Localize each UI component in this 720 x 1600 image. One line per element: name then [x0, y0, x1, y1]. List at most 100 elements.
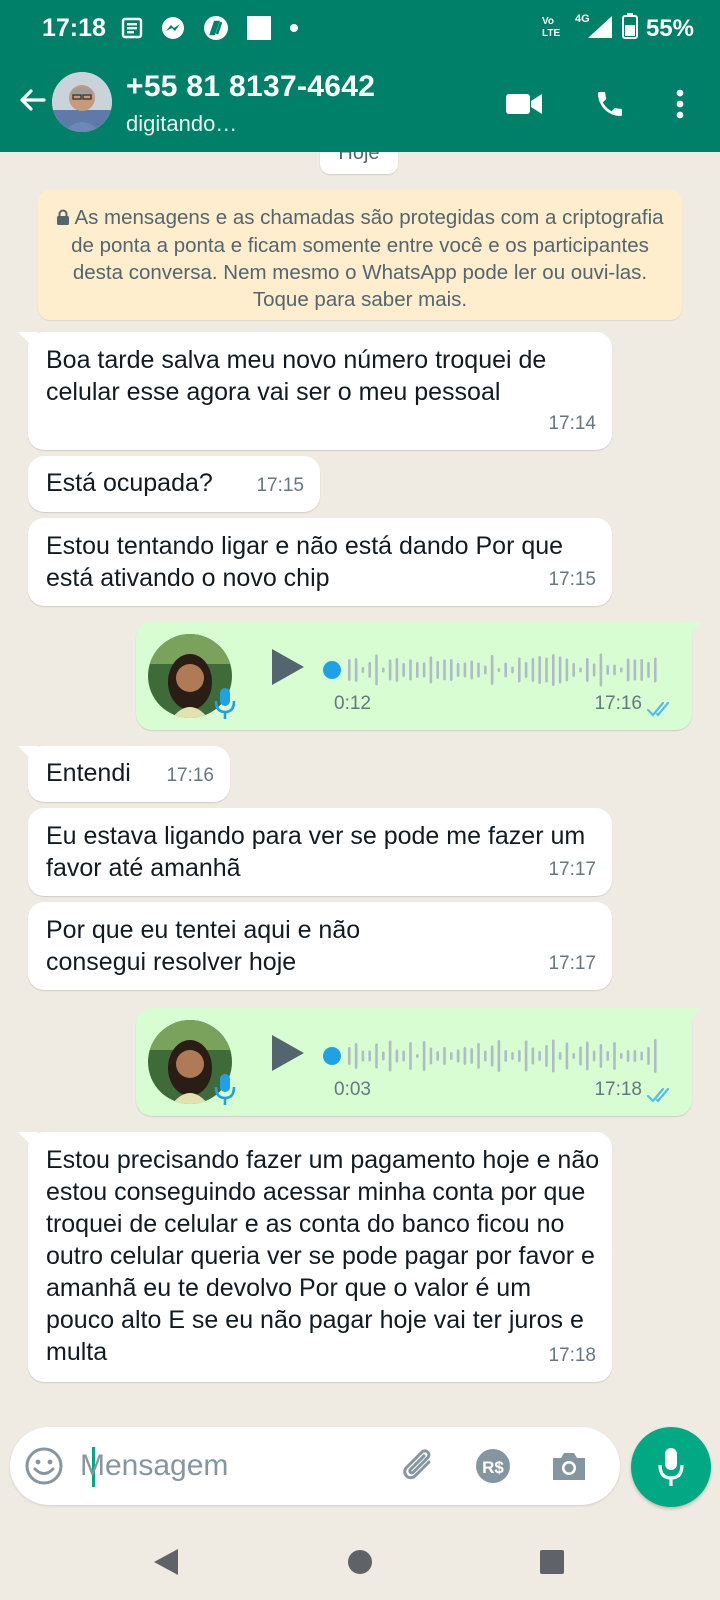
waveform-bar: [613, 1042, 616, 1070]
nav-recents-button[interactable]: [530, 1540, 574, 1584]
status-bar: 17:18 Vo LTE 4G 55%: [0, 0, 720, 56]
waveform-bar: [552, 654, 555, 686]
bubble-tail: [18, 1132, 38, 1152]
message-incoming[interactable]: Estou tentando ligar e não está dando Po…: [28, 518, 612, 606]
message-incoming[interactable]: Entendi 17:16: [18, 746, 230, 802]
battery-percent: 55%: [645, 14, 694, 42]
waveform-bar: [402, 663, 405, 677]
encryption-notice[interactable]: As mensagens e as chamadas são protegida…: [38, 190, 682, 320]
waveform-bar: [654, 657, 657, 683]
message-incoming[interactable]: Estou precisando fazer um pagamento hoje…: [18, 1132, 612, 1382]
voice-message-outgoing[interactable]: 0:03 17:18: [136, 1008, 702, 1116]
nav-back-button[interactable]: [144, 1540, 188, 1584]
waveform-bar: [572, 1053, 575, 1059]
waveform-bar: [531, 1047, 535, 1065]
voice-message-outgoing[interactable]: 0:12 17:16: [136, 622, 702, 730]
waveform-bar: [484, 1050, 487, 1062]
mic-badge-icon: [212, 1072, 238, 1108]
message-incoming[interactable]: Eu estava ligando para ver se pode me fa…: [28, 808, 612, 896]
waveform-bar: [456, 1049, 460, 1063]
message-input[interactable]: [80, 1441, 380, 1491]
waveform-bar: [361, 1050, 365, 1062]
playback-position-dot[interactable]: [323, 661, 341, 679]
waveform-bar: [443, 659, 446, 681]
phone-icon: [598, 92, 622, 116]
waveform-bar: [368, 662, 371, 678]
nav-recents-icon: [540, 1550, 564, 1574]
waveform-bar: [443, 1047, 446, 1065]
voice-call-button[interactable]: [586, 80, 634, 128]
microphone-icon: [658, 1448, 684, 1486]
waveform-bar: [348, 1047, 351, 1065]
record-voice-button[interactable]: [631, 1427, 711, 1507]
contact-avatar[interactable]: [52, 72, 112, 132]
more-icon: [676, 89, 684, 119]
camera-button[interactable]: [548, 1445, 590, 1487]
encryption-notice-text: As mensagens e as chamadas são protegida…: [71, 206, 664, 311]
app-notification-icon: [202, 14, 230, 42]
waveform-bar: [626, 1050, 630, 1062]
bubble-tail: [682, 1008, 702, 1028]
message-incoming[interactable]: Por que eu tentei aqui e não consegui re…: [28, 902, 612, 990]
waveform-bar: [416, 662, 419, 678]
message-text: Por que eu tentei aqui e não consegui re…: [46, 916, 361, 976]
signal-4g-icon: 4G: [574, 12, 614, 45]
message-time: 17:15: [256, 475, 304, 496]
waveform-bar: [463, 1047, 467, 1065]
waveform-bar: [531, 658, 535, 682]
playback-position-dot[interactable]: [323, 1047, 341, 1065]
video-call-icon: [506, 94, 542, 114]
waveform-bar: [586, 1041, 589, 1071]
play-icon: [272, 649, 304, 685]
waveform-bar: [429, 656, 433, 684]
message-time: 17:16: [166, 765, 214, 786]
waveform-bar: [586, 658, 589, 682]
voice-waveform[interactable]: [322, 650, 662, 690]
chat-area[interactable]: Hoje As mensagens e as chamadas são prot…: [0, 152, 720, 1407]
read-receipt-icon: [646, 1087, 670, 1103]
news-icon: [120, 16, 144, 40]
day-label: Hoje: [320, 152, 398, 174]
square-notification-icon: [246, 15, 272, 41]
waveform-bar: [524, 662, 528, 678]
waveform-bar: [606, 665, 609, 675]
attach-button[interactable]: [398, 1445, 440, 1487]
waveform-bar: [538, 1051, 541, 1061]
back-button[interactable]: [10, 78, 54, 122]
status-time: 17:18: [42, 14, 106, 42]
contact-name[interactable]: +55 81 8137-4642: [126, 70, 375, 104]
message-incoming[interactable]: Está ocupada? 17:15: [28, 456, 320, 512]
waveform-bar: [552, 1039, 555, 1073]
payment-icon: R$: [476, 1449, 510, 1483]
svg-text:R$: R$: [482, 1458, 504, 1477]
nav-home-button[interactable]: [338, 1540, 382, 1584]
message-incoming[interactable]: Boa tarde salva meu novo número troquei …: [18, 332, 612, 450]
waveform-bar: [354, 658, 358, 682]
waveform-bar: [354, 1043, 358, 1069]
waveform-bar: [524, 1040, 528, 1072]
message-time: 17:17: [548, 859, 596, 880]
voice-waveform[interactable]: [322, 1036, 662, 1076]
waveform-bar: [572, 663, 575, 677]
waveform-bar: [545, 657, 548, 683]
payment-button[interactable]: R$: [472, 1445, 514, 1487]
waveform-bar: [497, 1040, 501, 1072]
waveform-bar: [640, 659, 643, 681]
paperclip-icon: [403, 1449, 431, 1480]
play-button[interactable]: [264, 1030, 310, 1076]
status-right: Vo LTE 4G 55%: [540, 12, 694, 45]
more-options-button[interactable]: [656, 80, 704, 128]
message-time: 17:14: [548, 413, 596, 434]
play-button[interactable]: [264, 644, 310, 690]
waveform-bar: [565, 658, 569, 682]
notification-icons: [120, 14, 300, 42]
waveform-bar: [620, 667, 623, 673]
waveform-bar: [647, 662, 650, 678]
waveform-bar: [558, 1052, 562, 1060]
emoji-button[interactable]: [24, 1446, 64, 1486]
video-call-button[interactable]: [500, 80, 548, 128]
waveform-bar: [620, 1053, 623, 1059]
waveform-bar: [395, 1049, 399, 1063]
waveform-bar: [647, 1047, 650, 1065]
bubble-tail: [682, 622, 702, 642]
